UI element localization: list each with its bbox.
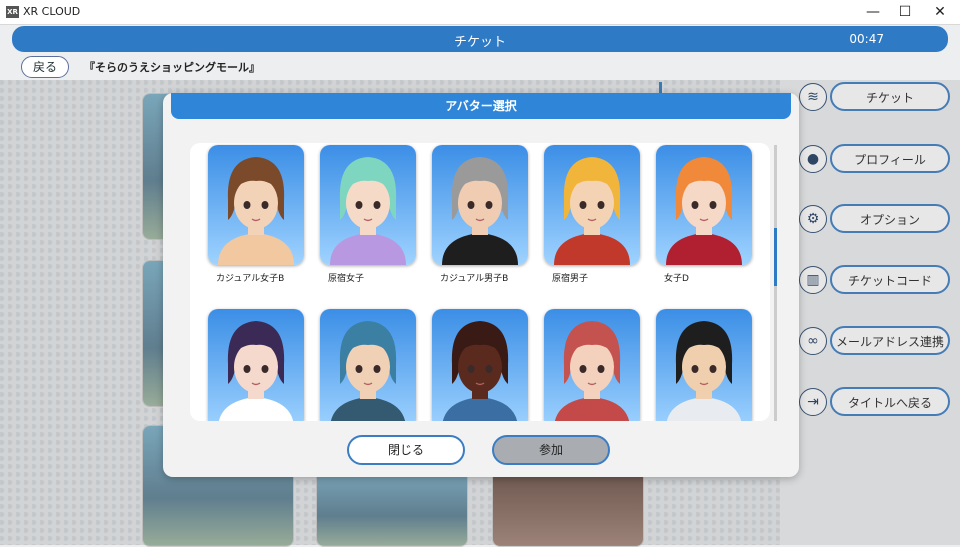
minimize-button[interactable]: —	[858, 2, 888, 22]
session-timer: 00:47	[849, 32, 884, 46]
avatar-select-dialog: アバター選択 カジュアル女子B 原宿女子 カジュアル男子B 原宿男子 女子D	[163, 93, 799, 477]
avatar-option[interactable]: 女子D	[656, 145, 752, 284]
avatar-option[interactable]	[432, 309, 528, 421]
avatar-option[interactable]: カジュアル男子B	[432, 145, 528, 284]
avatar-name-label: 原宿女子	[328, 274, 365, 284]
avatar-option[interactable]	[320, 309, 416, 421]
avatar-option[interactable]	[208, 309, 304, 421]
app-logo-icon: XR	[6, 6, 19, 18]
avatar-option[interactable]: カジュアル女子B	[208, 145, 304, 284]
close-button[interactable]: 閉じる	[347, 435, 465, 465]
avatar-grid-scroll-thumb[interactable]	[774, 228, 777, 286]
avatar-grid: カジュアル女子B 原宿女子 カジュアル男子B 原宿男子 女子D	[190, 143, 770, 421]
avatar-option[interactable]: 原宿男子	[544, 145, 640, 284]
app-title: XR CLOUD	[23, 5, 81, 18]
window-titlebar: XR XR CLOUD — ☐ ✕	[0, 0, 960, 25]
avatar-portrait	[432, 309, 528, 421]
avatar-option[interactable]	[544, 309, 640, 421]
location-title: 『そらのうえショッピングモール』	[84, 61, 260, 74]
avatar-portrait	[544, 309, 640, 421]
avatar-name-label: 女子D	[664, 274, 689, 284]
header-bar: チケット 00:47	[12, 26, 948, 52]
avatar-portrait	[320, 309, 416, 421]
avatar-name-label: カジュアル女子B	[216, 274, 285, 284]
join-button[interactable]: 参加	[492, 435, 610, 465]
close-window-button[interactable]: ✕	[925, 2, 955, 22]
avatar-portrait	[320, 145, 416, 265]
avatar-portrait	[432, 145, 528, 265]
page-title: チケット	[453, 35, 506, 50]
avatar-portrait	[656, 309, 752, 421]
back-button[interactable]: 戻る	[21, 56, 69, 78]
avatar-name-label: 原宿男子	[552, 274, 589, 284]
avatar-option[interactable]	[656, 309, 752, 421]
avatar-portrait	[208, 145, 304, 265]
avatar-portrait	[544, 145, 640, 265]
maximize-button[interactable]: ☐	[890, 2, 920, 22]
dialog-title: アバター選択	[171, 93, 791, 119]
avatar-portrait	[208, 309, 304, 421]
avatar-portrait	[656, 145, 752, 265]
avatar-option[interactable]: 原宿女子	[320, 145, 416, 284]
avatar-name-label: カジュアル男子B	[440, 274, 509, 284]
